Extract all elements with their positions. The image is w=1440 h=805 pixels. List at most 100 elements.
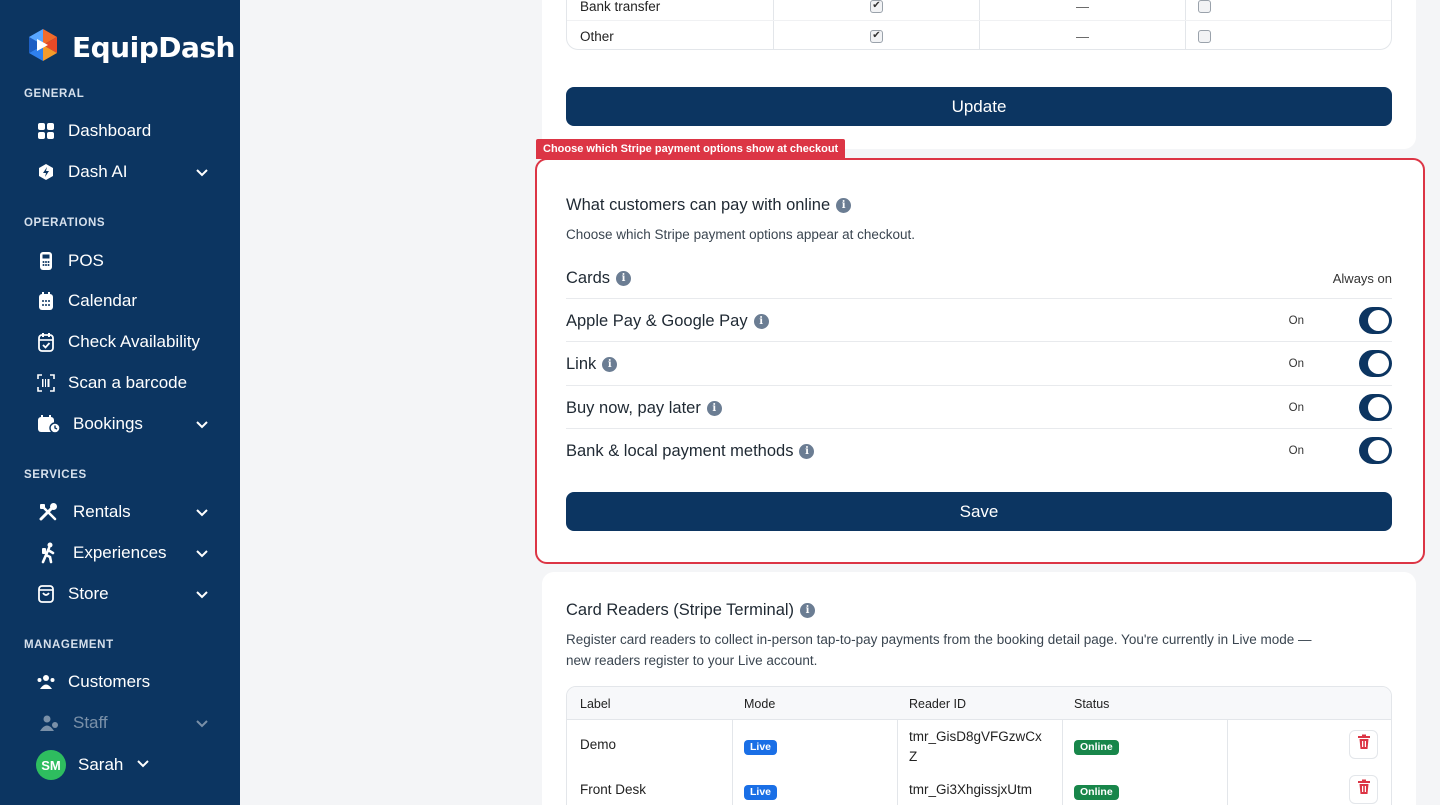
option-row-cards: Cards i Always on: [566, 256, 1392, 300]
info-icon[interactable]: i: [706, 400, 722, 416]
sidebar-item-staff[interactable]: Staff: [36, 707, 216, 739]
user-name: Sarah: [78, 755, 124, 774]
sidebar-item-label: Rentals: [73, 502, 131, 521]
title-text: Card Readers (Stripe Terminal): [566, 601, 795, 619]
option-row-link: Link i On: [566, 341, 1392, 385]
info-icon[interactable]: i: [602, 356, 618, 372]
trash-icon: [1357, 779, 1371, 800]
sidebar-item-label: Calendar: [68, 291, 137, 310]
table-row: Bank transfer ✔ —: [567, 0, 1391, 21]
info-icon[interactable]: i: [753, 313, 769, 329]
option-label-text: Bank & local payment methods: [566, 441, 794, 460]
sidebar-item-label: Staff: [73, 713, 108, 732]
description-line: Register card readers to collect in-pers…: [566, 632, 1312, 647]
chevron-down-icon: [194, 164, 210, 180]
sidebar-item-label: Store: [68, 584, 109, 603]
sidebar: EquipDash GENERAL Dashboard Dash AI OPER…: [0, 0, 240, 805]
sidebar-item-label: Check Availability: [68, 332, 200, 351]
sidebar-item-label: Dashboard: [68, 121, 152, 140]
sidebar-item-label: Bookings: [73, 414, 143, 433]
pos-terminal-icon: [36, 251, 56, 271]
card-readers-description: Register card readers to collect in-pers…: [566, 629, 1392, 671]
shopping-bag-icon: [36, 584, 56, 604]
user-menu[interactable]: SM Sarah: [36, 750, 151, 780]
reader-id-line: tmr_GisD8gVFGzwCx: [909, 729, 1042, 744]
sidebar-item-label: Dash AI: [68, 162, 128, 181]
info-icon[interactable]: i: [616, 270, 632, 286]
status-badge: Online: [1074, 784, 1119, 800]
column-header-label: Label: [580, 696, 611, 711]
option-label: Buy now, pay later i: [566, 386, 722, 430]
method-checkbox-checked[interactable]: ✔: [870, 29, 883, 43]
section-management: MANAGEMENT: [24, 639, 114, 651]
info-icon[interactable]: i: [799, 443, 815, 459]
sidebar-item-dash-ai[interactable]: Dash AI: [36, 156, 216, 188]
sidebar-item-label: Experiences: [73, 543, 167, 562]
table-header: Label Mode Reader ID Status: [567, 687, 1391, 720]
description-line: new readers register to your Live accoun…: [566, 653, 818, 668]
method-checkbox-checked[interactable]: ✔: [870, 0, 883, 13]
toggle-knob: [1368, 310, 1389, 331]
sidebar-item-dashboard[interactable]: Dashboard: [36, 115, 216, 147]
reader-label: Demo: [580, 737, 617, 752]
toggle-knob: [1368, 440, 1389, 461]
info-icon[interactable]: i: [836, 198, 852, 213]
option-state: On: [1288, 445, 1304, 457]
sidebar-item-rentals[interactable]: Rentals: [36, 496, 216, 528]
chevron-down-icon: [135, 755, 151, 776]
bookings-calendar-icon: [36, 414, 61, 434]
link-toggle[interactable]: [1359, 350, 1392, 377]
info-icon[interactable]: i: [800, 603, 816, 618]
trash-icon: [1357, 734, 1371, 755]
brand[interactable]: EquipDash: [24, 26, 235, 69]
sidebar-item-store[interactable]: Store: [36, 578, 216, 610]
sidebar-item-label: POS: [68, 251, 104, 270]
highlight-tag: Choose which Stripe payment options show…: [536, 139, 846, 159]
reader-id: tmr_GisD8gVFGzwCx Z: [909, 727, 1042, 767]
toggle-knob: [1368, 397, 1389, 418]
method-checkbox[interactable]: [1198, 0, 1211, 13]
sidebar-item-label: Customers: [68, 672, 151, 691]
ai-shield-icon: [36, 162, 56, 182]
grid-icon: [36, 121, 56, 141]
reader-id-line: Z: [909, 749, 918, 764]
sidebar-item-pos[interactable]: POS: [36, 245, 216, 277]
reader-label: Front Desk: [580, 782, 647, 797]
delete-reader-button[interactable]: [1349, 730, 1378, 759]
sidebar-item-check-availability[interactable]: Check Availability: [36, 326, 216, 358]
chevron-down-icon: [194, 504, 210, 520]
title-text: What customers can pay with online: [566, 196, 831, 214]
option-label: Apple Pay & Google Pay i: [566, 299, 769, 343]
option-label-text: Buy now, pay later: [566, 398, 701, 417]
apple-google-pay-toggle[interactable]: [1359, 307, 1392, 334]
update-button[interactable]: Update: [566, 87, 1392, 126]
sidebar-item-calendar[interactable]: Calendar: [36, 285, 216, 317]
bank-local-toggle[interactable]: [1359, 437, 1392, 464]
section-operations: OPERATIONS: [24, 217, 106, 229]
chevron-down-icon: [194, 416, 210, 432]
delete-reader-button[interactable]: [1349, 775, 1378, 804]
method-label: Bank transfer: [580, 0, 661, 14]
option-row-apple-google-pay: Apple Pay & Google Pay i On: [566, 298, 1392, 342]
bnpl-toggle[interactable]: [1359, 394, 1392, 421]
section-general: GENERAL: [24, 88, 85, 100]
sidebar-item-scan-barcode[interactable]: Scan a barcode: [36, 367, 216, 399]
card-readers-title: Card Readers (Stripe Terminal) i: [566, 601, 816, 620]
payment-methods-table: Bank transfer ✔ — Other ✔ —: [566, 0, 1392, 50]
chevron-down-icon: [194, 586, 210, 602]
option-label: Cards i: [566, 256, 632, 300]
brand-name: EquipDash: [72, 31, 235, 64]
option-state: On: [1288, 402, 1304, 414]
online-payments-description: Choose which Stripe payment options appe…: [566, 227, 915, 242]
avatar: SM: [36, 750, 66, 780]
option-row-bank-local: Bank & local payment methods i On: [566, 428, 1392, 472]
column-header-status: Status: [1074, 696, 1110, 711]
method-checkbox[interactable]: [1198, 29, 1211, 43]
column-header-mode: Mode: [744, 696, 776, 711]
sidebar-item-customers[interactable]: Customers: [36, 666, 216, 698]
chevron-down-icon: [194, 715, 210, 731]
sidebar-item-experiences[interactable]: Experiences: [36, 537, 216, 569]
sidebar-item-bookings[interactable]: Bookings: [36, 408, 216, 440]
calendar-check-icon: [36, 332, 56, 352]
save-button[interactable]: Save: [566, 492, 1392, 531]
